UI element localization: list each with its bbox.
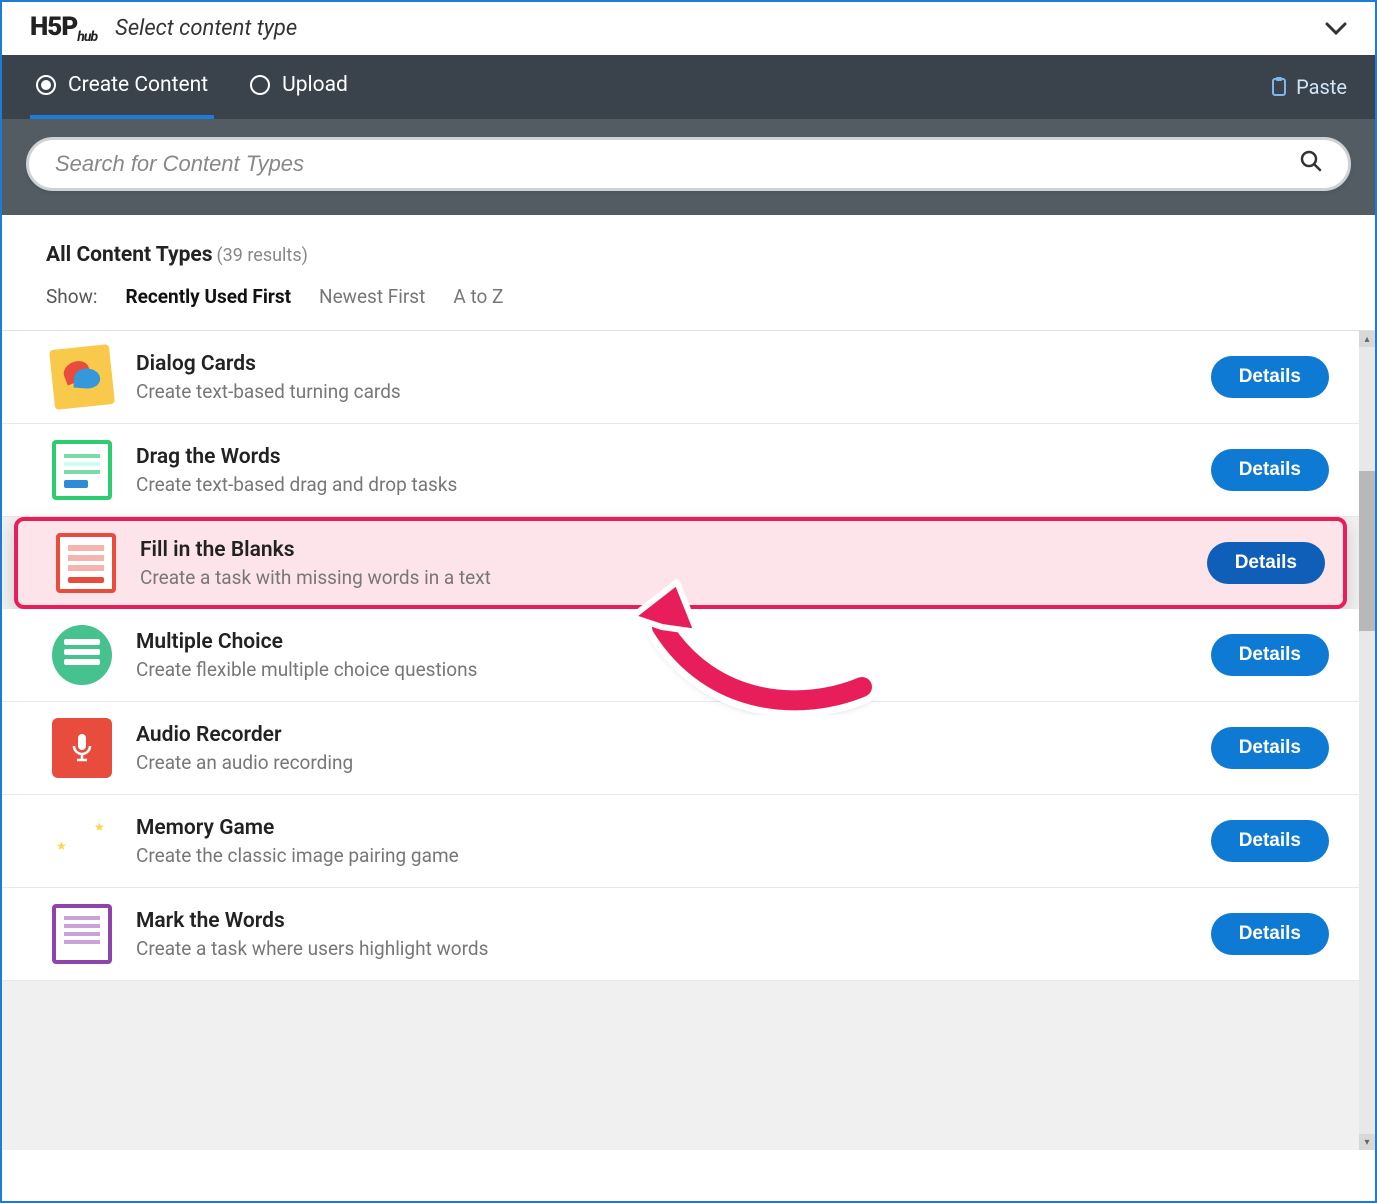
search-pill bbox=[26, 137, 1351, 191]
logo-main: H5P bbox=[30, 12, 77, 42]
list-item-title: Dialog Cards bbox=[136, 352, 1187, 376]
sort-a-to-z[interactable]: A to Z bbox=[453, 285, 503, 308]
list-item-title: Audio Recorder bbox=[136, 723, 1187, 747]
list-item-desc: Create a task with missing words in a te… bbox=[140, 566, 1183, 589]
paste-label: Paste bbox=[1296, 75, 1347, 99]
list-item-drag-the-words[interactable]: Drag the Words Create text-based drag an… bbox=[2, 424, 1359, 517]
tab-create-label: Create Content bbox=[68, 73, 208, 97]
results-count: (39 results) bbox=[217, 245, 308, 266]
results-header: All Content Types (39 results) Show: Rec… bbox=[2, 215, 1375, 318]
scrollbar-down-arrow-icon[interactable]: ▾ bbox=[1359, 1134, 1375, 1150]
radio-empty-icon bbox=[250, 75, 270, 95]
tab-upload[interactable]: Upload bbox=[244, 55, 354, 119]
fill-in-the-blanks-icon bbox=[56, 533, 116, 593]
list-item-title: Memory Game bbox=[136, 816, 1187, 840]
list-item-meta: Dialog Cards Create text-based turning c… bbox=[136, 352, 1187, 403]
details-button[interactable]: Details bbox=[1211, 356, 1329, 398]
search-input[interactable] bbox=[55, 151, 1300, 177]
top-bar: H5Phub Select content type bbox=[2, 2, 1375, 55]
list-item-meta: Drag the Words Create text-based drag an… bbox=[136, 445, 1187, 496]
sort-row: Show: Recently Used First Newest First A… bbox=[46, 285, 1331, 308]
mark-the-words-icon bbox=[52, 904, 112, 964]
tab-upload-label: Upload bbox=[282, 73, 348, 97]
details-button[interactable]: Details bbox=[1211, 449, 1329, 491]
list-item-title: Fill in the Blanks bbox=[140, 538, 1183, 562]
sort-newest-first[interactable]: Newest First bbox=[319, 285, 425, 308]
tab-create-content[interactable]: Create Content bbox=[30, 55, 214, 119]
list-item-meta: Multiple Choice Create flexible multiple… bbox=[136, 630, 1187, 681]
list-item-title: Mark the Words bbox=[136, 909, 1187, 933]
list-item-memory-game[interactable]: Memory Game Create the classic image pai… bbox=[2, 795, 1359, 888]
sort-recently-used[interactable]: Recently Used First bbox=[125, 285, 291, 308]
list-item-title: Drag the Words bbox=[136, 445, 1187, 469]
details-button[interactable]: Details bbox=[1211, 913, 1329, 955]
list-item-desc: Create text-based turning cards bbox=[136, 380, 1187, 403]
list-item-desc: Create flexible multiple choice question… bbox=[136, 658, 1187, 681]
chevron-down-icon bbox=[1325, 22, 1347, 36]
drag-the-words-icon bbox=[52, 440, 112, 500]
logo-sub: hub bbox=[77, 29, 97, 45]
list-item-meta: Mark the Words Create a task where users… bbox=[136, 909, 1187, 960]
list-item-desc: Create a task where users highlight word… bbox=[136, 937, 1187, 960]
details-button[interactable]: Details bbox=[1211, 634, 1329, 676]
results-title: All Content Types bbox=[46, 243, 213, 267]
list-item-multiple-choice[interactable]: Multiple Choice Create flexible multiple… bbox=[2, 609, 1359, 702]
search-area bbox=[2, 119, 1375, 215]
list-item-meta: Audio Recorder Create an audio recording bbox=[136, 723, 1187, 774]
select-content-type-label: Select content type bbox=[115, 16, 297, 41]
list-item-meta: Memory Game Create the classic image pai… bbox=[136, 816, 1187, 867]
scrollbar-up-arrow-icon[interactable]: ▴ bbox=[1359, 331, 1375, 347]
paste-button[interactable]: Paste bbox=[1270, 75, 1347, 99]
scrollbar-track[interactable]: ▴ ▾ bbox=[1359, 331, 1375, 1150]
h5p-hub-logo: H5Phub bbox=[30, 12, 97, 45]
details-button[interactable]: Details bbox=[1211, 727, 1329, 769]
top-bar-left: H5Phub Select content type bbox=[30, 12, 297, 45]
list-item-desc: Create text-based drag and drop tasks bbox=[136, 473, 1187, 496]
collapse-toggle-button[interactable] bbox=[1325, 17, 1347, 41]
paste-icon bbox=[1270, 77, 1288, 97]
search-icon bbox=[1300, 150, 1322, 178]
details-button[interactable]: Details bbox=[1211, 820, 1329, 862]
list-item-mark-the-words[interactable]: Mark the Words Create a task where users… bbox=[2, 888, 1359, 981]
list-item-desc: Create the classic image pairing game bbox=[136, 844, 1187, 867]
audio-recorder-icon bbox=[52, 718, 112, 778]
multiple-choice-icon bbox=[52, 625, 112, 685]
list-item-audio-recorder[interactable]: Audio Recorder Create an audio recording… bbox=[2, 702, 1359, 795]
list-item-title: Multiple Choice bbox=[136, 630, 1187, 654]
list-item-meta: Fill in the Blanks Create a task with mi… bbox=[140, 538, 1183, 589]
content-type-list: Dialog Cards Create text-based turning c… bbox=[2, 330, 1375, 1150]
radio-selected-icon bbox=[36, 75, 56, 95]
list-item-desc: Create an audio recording bbox=[136, 751, 1187, 774]
mode-tab-bar: Create Content Upload Paste bbox=[2, 55, 1375, 215]
mode-tabs: Create Content Upload bbox=[30, 55, 354, 119]
list-item-fill-in-the-blanks[interactable]: Fill in the Blanks Create a task with mi… bbox=[14, 517, 1347, 609]
scrollbar-thumb[interactable] bbox=[1359, 471, 1375, 631]
memory-game-icon bbox=[52, 811, 112, 871]
dialog-cards-icon bbox=[49, 344, 115, 410]
details-button[interactable]: Details bbox=[1207, 542, 1325, 584]
list-item-dialog-cards[interactable]: Dialog Cards Create text-based turning c… bbox=[2, 331, 1359, 424]
sort-show-label: Show: bbox=[46, 285, 97, 308]
